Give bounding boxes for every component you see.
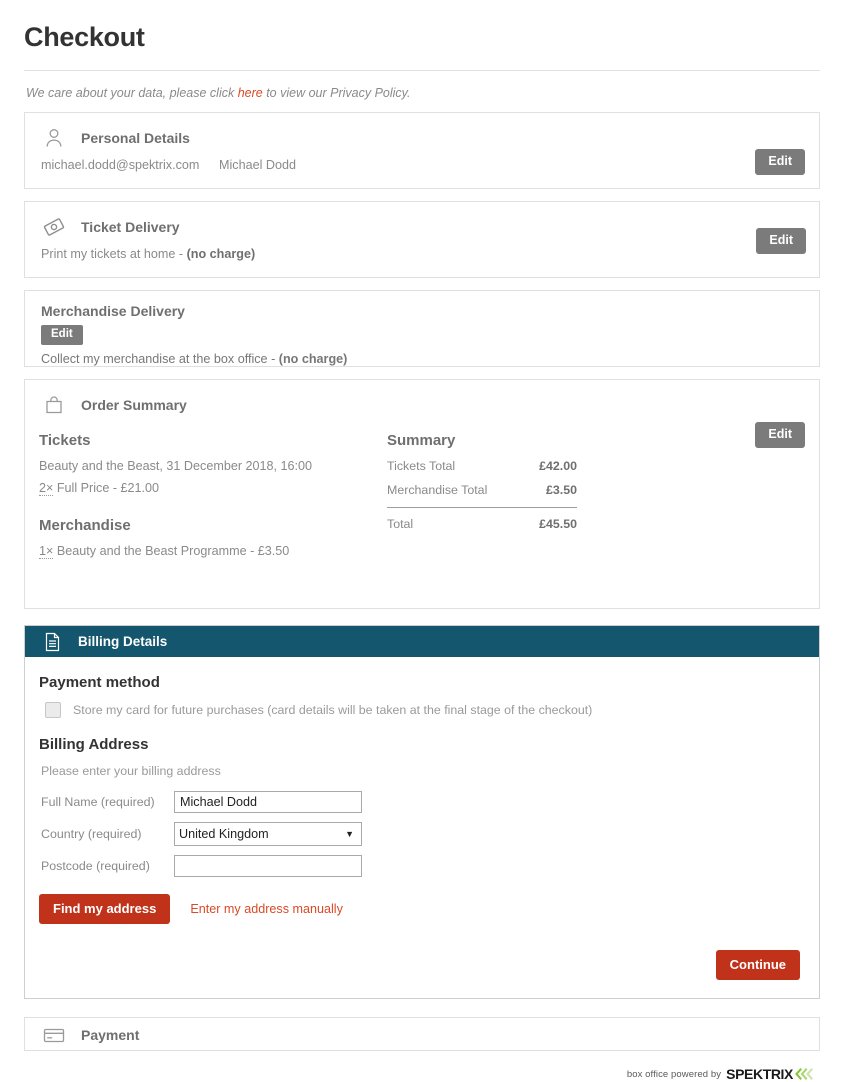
privacy-notice-suffix: to view our Privacy Policy. [262,86,411,100]
ticket-icon [41,214,67,240]
postcode-input[interactable] [174,855,362,877]
order-items-column: Tickets Beauty and the Beast, 31 Decembe… [39,432,387,566]
billing-details-body: Payment method Store my card for future … [25,657,819,998]
order-totals-column: Summary Tickets Total £42.00 Merchandise… [387,432,577,566]
full-name-label: Full Name (required) [41,795,155,809]
payment-method-heading: Payment method [39,674,160,691]
ticket-delivery-method: Print my tickets at home - [41,247,187,261]
spektrix-chevrons-icon [794,1068,814,1080]
ticket-item-description: Full Price - £21.00 [53,481,160,495]
ticket-quantity: 2× [39,481,54,496]
merchandise-delivery-body: Collect my merchandise at the box office… [25,345,819,366]
postcode-label: Postcode (required) [41,859,150,873]
continue-button[interactable]: Continue [715,950,800,980]
edit-personal-details-button[interactable]: Edit [755,149,805,175]
merchandise-heading: Merchandise [39,517,131,534]
ticket-delivery-title: Ticket Delivery [81,219,180,235]
document-icon [39,629,65,655]
payment-title: Payment [81,1027,140,1043]
edit-ticket-delivery-button[interactable]: Edit [756,228,806,254]
page-title: Checkout [24,22,145,52]
tickets-heading: Tickets [39,432,91,449]
merchandise-total-label: Merchandise Total [387,483,488,497]
order-summary-header: Order Summary [25,380,819,418]
full-name-row: Full Name (required) [39,791,801,813]
chevron-down-icon: ▼ [345,828,354,839]
merchandise-total-amount: £3.50 [545,483,577,497]
personal-details-body: michael.dodd@spektrix.com Michael Dodd [25,151,819,188]
summary-row: Tickets Total £42.00 [387,459,577,473]
spektrix-wordmark: SPEKTRIX [726,1066,793,1082]
summary-total-row: Total £45.50 [387,517,577,531]
summary-divider [387,507,577,508]
personal-details-title: Personal Details [81,130,190,146]
merchandise-item-line: 1× Beauty and the Beast Programme - £3.5… [39,544,387,559]
personal-details-name: Michael Dodd [219,158,297,172]
grand-total-label: Total [387,517,414,531]
payment-section: Payment [24,1017,820,1051]
ticket-event-line: Beauty and the Beast, 31 December 2018, … [39,459,313,473]
user-icon [41,125,67,151]
merchandise-quantity: 1× [39,544,54,559]
order-summary-section: Order Summary Edit Tickets Beauty and th… [24,379,820,609]
find-my-address-button[interactable]: Find my address [39,894,171,924]
tickets-total-label: Tickets Total [387,459,456,473]
grand-total-amount: £45.50 [539,517,577,531]
personal-details-section: Personal Details michael.dodd@spektrix.c… [24,112,820,189]
personal-details-email: michael.dodd@spektrix.com [41,158,200,172]
powered-by-text: box office powered by [626,1068,722,1080]
continue-row: Continue [39,950,801,980]
merchandise-delivery-title: Merchandise Delivery [41,303,185,319]
credit-card-icon [41,1022,67,1048]
billing-details-section: Billing Details Payment method Store my … [24,625,820,999]
merchandise-delivery-charge: (no charge) [278,351,348,366]
merchandise-delivery-method: Collect my merchandise at the box office… [41,351,279,366]
ticket-delivery-body: Print my tickets at home - (no charge) [25,240,819,277]
billing-details-header: Billing Details [25,626,819,657]
summary-heading: Summary [387,432,456,449]
ticket-delivery-charge: (no charge) [186,247,256,261]
payment-header: Payment [25,1018,819,1048]
title-divider [24,70,820,71]
billing-details-title: Billing Details [78,634,168,649]
edit-merchandise-delivery-button[interactable]: Edit [41,325,83,345]
ticket-item-line: 2× Full Price - £21.00 [39,481,387,496]
order-summary-title: Order Summary [81,397,187,413]
personal-details-header: Personal Details [25,113,819,151]
country-select[interactable]: United Kingdom ▼ [174,822,362,846]
privacy-policy-link[interactable]: here [238,86,263,100]
shopping-bag-icon [41,392,67,418]
enter-address-manually-link[interactable]: Enter my address manually [190,902,343,916]
billing-address-heading: Billing Address [39,736,149,753]
footer: box office powered by SPEKTRIX [24,1066,820,1082]
tickets-total-amount: £42.00 [539,459,577,473]
ticket-delivery-header: Ticket Delivery [25,202,819,240]
privacy-notice-prefix: We care about your data, please click [26,86,238,100]
store-card-row: Store my card for future purchases (card… [39,702,801,718]
privacy-notice: We care about your data, please click he… [26,86,820,100]
address-actions: Find my address Enter my address manuall… [39,894,801,924]
store-card-label: Store my card for future purchases (card… [73,703,593,717]
merchandise-item-description: Beauty and the Beast Programme - £3.50 [53,544,290,558]
billing-address-hint: Please enter your billing address [41,764,221,778]
postcode-row: Postcode (required) [39,855,801,877]
full-name-input[interactable] [174,791,362,813]
edit-order-summary-button[interactable]: Edit [755,422,805,448]
country-selected-value: United Kingdom [179,827,269,841]
country-label: Country (required) [41,827,142,841]
merchandise-delivery-section: Merchandise Delivery Edit Collect my mer… [24,290,820,367]
ticket-delivery-section: Ticket Delivery Print my tickets at home… [24,201,820,278]
country-row: Country (required) United Kingdom ▼ [39,822,801,846]
summary-row: Merchandise Total £3.50 [387,483,577,497]
store-card-checkbox[interactable] [45,702,61,718]
checkout-page: Checkout We care about your data, please… [0,0,844,1082]
